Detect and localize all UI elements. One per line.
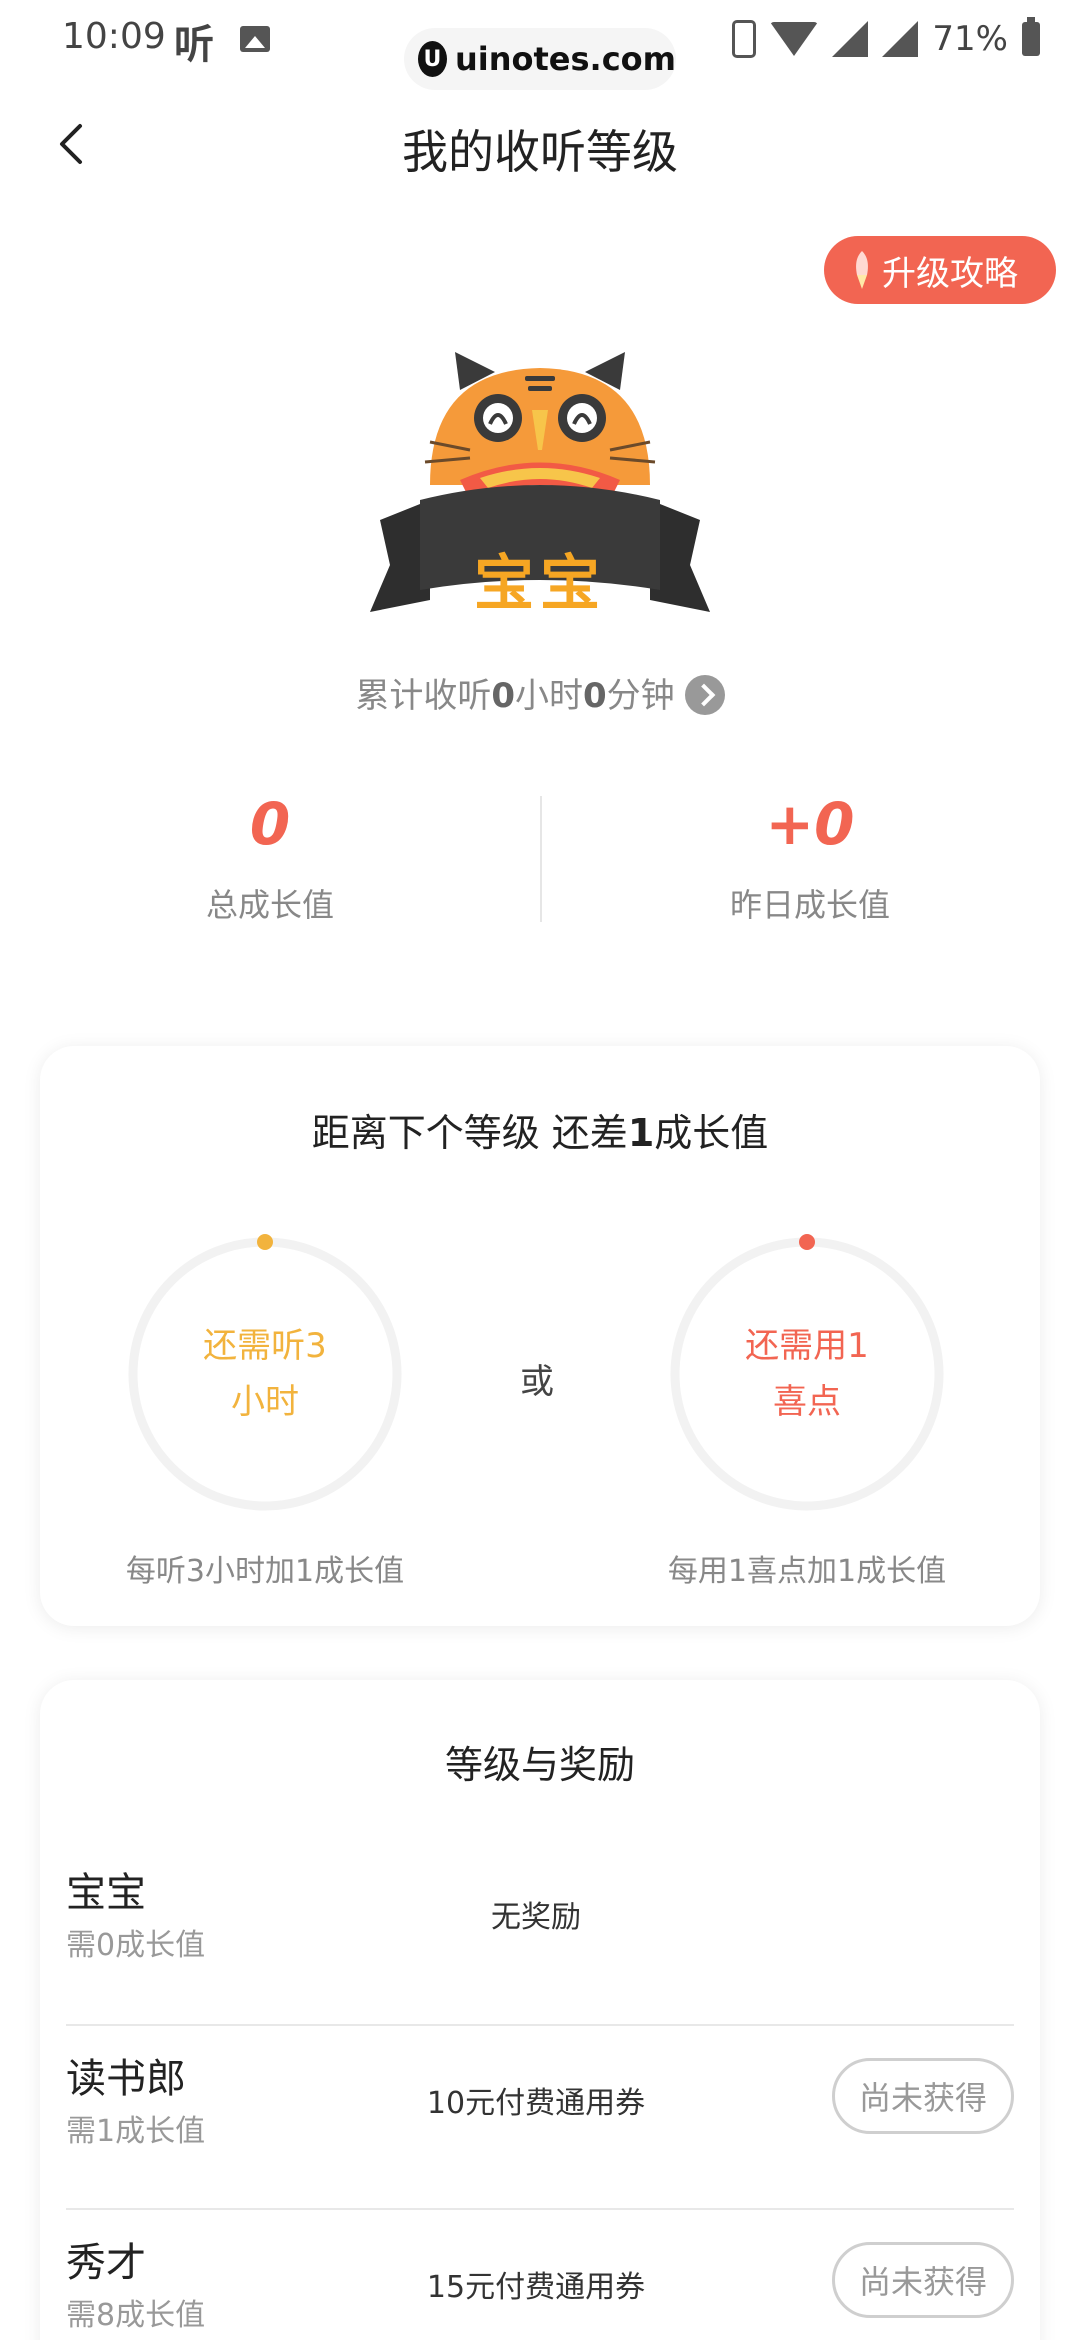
reward-level-name: 秀才: [66, 2240, 146, 2286]
upgrade-strategy-label: 升级攻略: [882, 253, 1018, 294]
reward-description: 无奖励: [491, 1900, 581, 1935]
level-badge: 宝宝: [360, 350, 720, 630]
rewards-title: 等级与奖励: [444, 1743, 635, 1787]
yesterday-growth-value: +0: [765, 790, 855, 858]
status-bar: 10:09 听 U uinotes.com 71%: [0, 0, 1080, 90]
listen-total-minutes-unit: 分钟: [606, 676, 675, 716]
total-growth: 0 总成长值: [0, 790, 540, 926]
next-level-title-prefix: 距离下个等级 还差: [311, 1111, 628, 1155]
yesterday-growth: +0 昨日成长值: [540, 790, 1080, 926]
watermark-logo-icon: U: [418, 41, 447, 77]
upgrade-strategy-button[interactable]: 升级攻略: [824, 236, 1056, 304]
yesterday-growth-label: 昨日成长值: [729, 886, 890, 924]
vibrate-icon: [732, 20, 757, 58]
listen-total-hours-unit: 小时: [515, 676, 583, 716]
listen-total-hours: 0: [491, 676, 515, 716]
xidian-progress-ring: 还需用1 喜点: [667, 1234, 947, 1514]
chevron-right-circle-icon[interactable]: [684, 674, 725, 715]
image-notification-icon: [240, 26, 270, 52]
growth-stats: 0 总成长值 +0 昨日成长值: [0, 790, 1080, 930]
total-growth-value: 0: [249, 790, 291, 858]
app-notification-icon: 听: [174, 22, 214, 68]
xidian-progress-line1: 还需用1: [745, 1326, 869, 1366]
listen-progress-text: 还需听3 小时: [125, 1234, 405, 1514]
battery-percent: 71%: [932, 19, 1008, 59]
listen-total-minutes: 0: [583, 676, 607, 716]
status-indicators: 71%: [732, 14, 1040, 64]
listening-level-page: 10:09 听 U uinotes.com 71% 我的收听等级 升级攻略 宝宝…: [0, 0, 1080, 2340]
listen-progress-caption: 每听3小时加1成长值: [125, 1554, 405, 1589]
nav-bar: 我的收听等级: [0, 100, 1080, 190]
status-time: 10:09: [62, 16, 166, 57]
wifi-icon: [770, 22, 819, 56]
battery-icon: [1022, 17, 1040, 56]
page-title: 我的收听等级: [402, 125, 678, 179]
badge-level-name: 宝宝: [474, 549, 606, 619]
reward-status-button[interactable]: 尚未获得: [832, 2058, 1014, 2134]
signal-icon-2: [882, 21, 919, 57]
reward-description: 15元付费通用券: [426, 2270, 646, 2305]
reward-level-need: 需8成长值: [66, 2298, 206, 2333]
signal-icon: [832, 21, 869, 57]
or-separator: 或: [520, 1362, 554, 1402]
reward-description: 10元付费通用券: [426, 2086, 646, 2121]
reward-row: 宝宝 需0成长值 无奖励: [66, 1840, 1014, 2024]
watermark-text: uinotes.com: [454, 40, 676, 78]
listen-total-prefix: 累计收听: [355, 676, 492, 716]
reward-level-name: 宝宝: [66, 1870, 146, 1916]
next-level-title-suffix: 成长值: [654, 1111, 769, 1155]
xidian-progress-text: 还需用1 喜点: [667, 1234, 947, 1514]
reward-status-button[interactable]: 尚未获得: [832, 2242, 1014, 2318]
total-growth-label: 总成长值: [205, 886, 334, 924]
listen-progress-line1: 还需听3: [203, 1326, 327, 1366]
reward-level-need: 需0成长值: [66, 1928, 206, 1963]
reward-row: 秀才 需8成长值 15元付费通用券 尚未获得: [66, 2208, 1014, 2340]
listen-progress-line2: 小时: [231, 1382, 299, 1422]
next-level-title: 距离下个等级 还差1成长值: [40, 1102, 1040, 1157]
reward-row: 读书郎 需1成长值 10元付费通用券 尚未获得: [66, 2024, 1014, 2208]
level-rewards-card: 等级与奖励 宝宝 需0成长值 无奖励 读书郎 需1成长值 10元付费通用券 尚未…: [40, 1680, 1040, 2340]
rocket-icon: [856, 251, 868, 289]
reward-level-name: 读书郎: [66, 2056, 186, 2102]
watermark: U uinotes.com: [404, 28, 676, 90]
xidian-progress-caption: 每用1喜点加1成长值: [667, 1554, 947, 1589]
listen-progress-ring: 还需听3 小时: [125, 1234, 405, 1514]
next-level-title-number: 1: [627, 1111, 655, 1155]
xidian-progress-line2: 喜点: [773, 1382, 841, 1422]
reward-level-need: 需1成长值: [66, 2114, 206, 2149]
next-level-card: 距离下个等级 还差1成长值 还需听3 小时 每听3小时加1成长值 或 还需用1 …: [40, 1046, 1040, 1626]
accumulated-listening[interactable]: 累计收听0小时0分钟: [0, 668, 1080, 718]
